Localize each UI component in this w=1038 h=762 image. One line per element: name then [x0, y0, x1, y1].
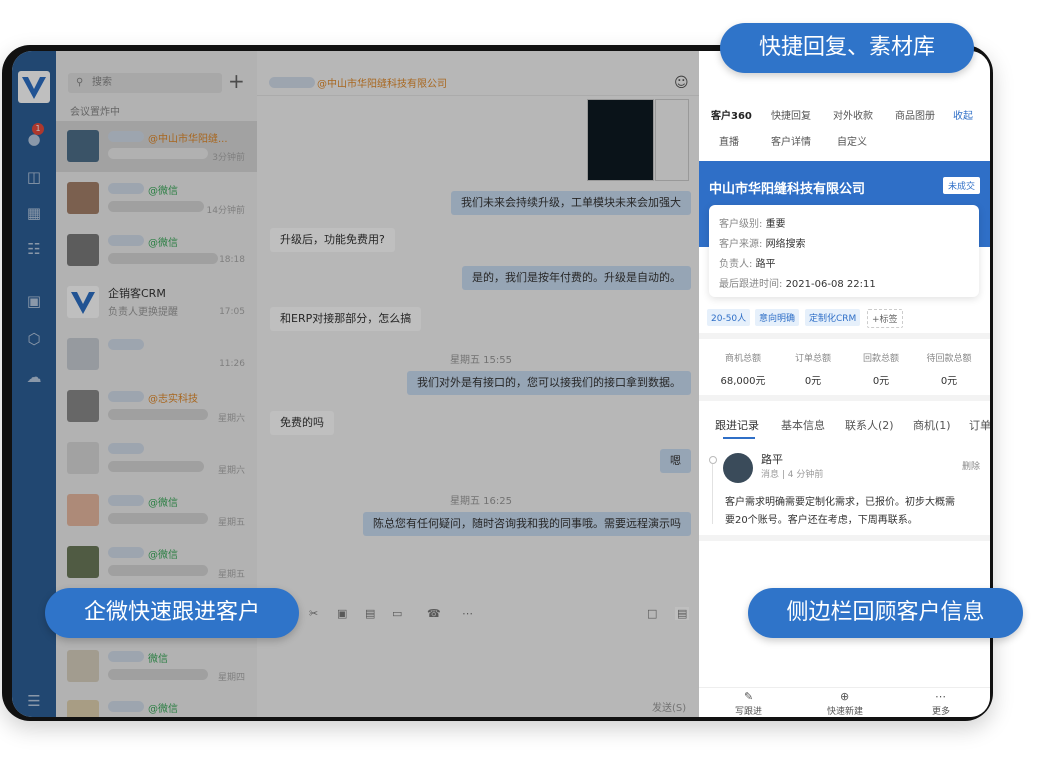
callout-wechat-follow: 企微快速跟进客户 — [45, 588, 299, 638]
tab-quick-reply[interactable]: 快捷回复 — [771, 107, 811, 122]
callout-sidebar-review: 侧边栏回顾客户信息 — [748, 588, 1023, 638]
divider — [699, 395, 990, 401]
record-text: 客户需求明确需要定制化需求，已报价。初步大概需 — [725, 497, 955, 508]
stat-value: 0元 — [804, 376, 822, 387]
status-badge: 未成交 — [942, 177, 980, 194]
tab-payment[interactable]: 对外收款 — [833, 107, 873, 122]
field-label: 客户来源: — [719, 239, 763, 250]
record-author: 路平 — [761, 453, 783, 466]
stat-block: 商机总额 68,000元 — [707, 351, 779, 387]
tab-live[interactable]: 直播 — [719, 133, 739, 148]
stat-label: 订单总额 — [794, 354, 831, 364]
collapse-button[interactable]: 收起 — [953, 107, 973, 122]
divider — [699, 333, 990, 339]
tag-chip[interactable]: 意向明确 — [755, 309, 800, 326]
field-label: 最后跟进时间: — [719, 279, 783, 290]
tab-contacts[interactable]: 联系人(2) — [845, 417, 894, 433]
field-value: 2021-06-08 22:11 — [785, 279, 876, 290]
tab-customer360[interactable]: 客户360 — [711, 107, 752, 122]
field-value: 网络搜索 — [765, 239, 806, 250]
sidebar-tabs: 客户360 快捷回复 对外收款 商品图册 收起 直播 客户详情 自定义 — [699, 107, 990, 161]
tab-basic-info[interactable]: 基本信息 — [781, 417, 825, 433]
tag-chip[interactable]: 20-50人 — [707, 309, 751, 326]
edit-icon: ✎ — [744, 690, 754, 703]
write-follow-button[interactable]: 写跟进 — [735, 704, 762, 717]
callout-quick-reply: 快捷回复、素材库 — [720, 23, 974, 73]
more-icon: ⋯ — [935, 690, 946, 703]
stat-value: 0元 — [940, 376, 958, 387]
stat-block: 回款总额 0元 — [845, 351, 917, 387]
stat-block: 待回款总额 0元 — [913, 351, 985, 387]
add-tag-button[interactable]: +标签 — [867, 309, 903, 328]
active-tab-underline — [723, 437, 755, 439]
stat-block: 订单总额 0元 — [777, 351, 849, 387]
more-button[interactable]: 更多 — [932, 704, 950, 717]
tab-follow-records[interactable]: 跟进记录 — [715, 417, 759, 433]
stat-value: 0元 — [872, 376, 890, 387]
field-label: 负责人: — [719, 259, 753, 270]
quick-create-button[interactable]: 快速新建 — [827, 704, 863, 717]
customer-company: 中山市华阳缝科技有限公司 — [709, 182, 866, 197]
record-meta: 消息 | 4 分钟前 — [761, 470, 824, 480]
field-value: 路平 — [755, 259, 776, 270]
field-value: 重要 — [765, 219, 786, 230]
delete-button[interactable]: 删除 — [962, 459, 980, 472]
field-label: 客户级别: — [719, 219, 763, 230]
tag-chip[interactable]: 定制化CRM — [805, 309, 861, 326]
customer-info-card: 客户级别: 重要 客户来源: 网络搜索 负责人: 路平 最后跟进时间: 2021… — [709, 205, 979, 297]
tab-orders[interactable]: 订单 — [969, 417, 990, 433]
stat-label: 商机总额 — [724, 354, 761, 364]
timeline-line — [712, 464, 713, 524]
tab-catalog[interactable]: 商品图册 — [895, 107, 935, 122]
stat-label: 回款总额 — [862, 354, 899, 364]
record-text: 要20个账号。客户还在考虑，下周再联系。 — [725, 515, 918, 526]
tab-customer-detail[interactable]: 客户详情 — [771, 133, 811, 148]
stat-value: 68,000元 — [720, 376, 766, 387]
avatar — [723, 453, 753, 483]
tab-custom[interactable]: 自定义 — [837, 133, 867, 148]
divider — [699, 535, 990, 541]
timeline-dot — [709, 456, 717, 464]
detail-tabs: 跟进记录 基本信息 联系人(2) 商机(1) 订单 — [699, 411, 990, 439]
stat-label: 待回款总额 — [926, 354, 972, 364]
tab-opportunities[interactable]: 商机(1) — [913, 417, 951, 433]
plus-circle-icon: ⊕ — [840, 690, 850, 703]
bottom-action-bar: ✎ 写跟进 ⊕ 快速新建 ⋯ 更多 — [699, 687, 990, 717]
